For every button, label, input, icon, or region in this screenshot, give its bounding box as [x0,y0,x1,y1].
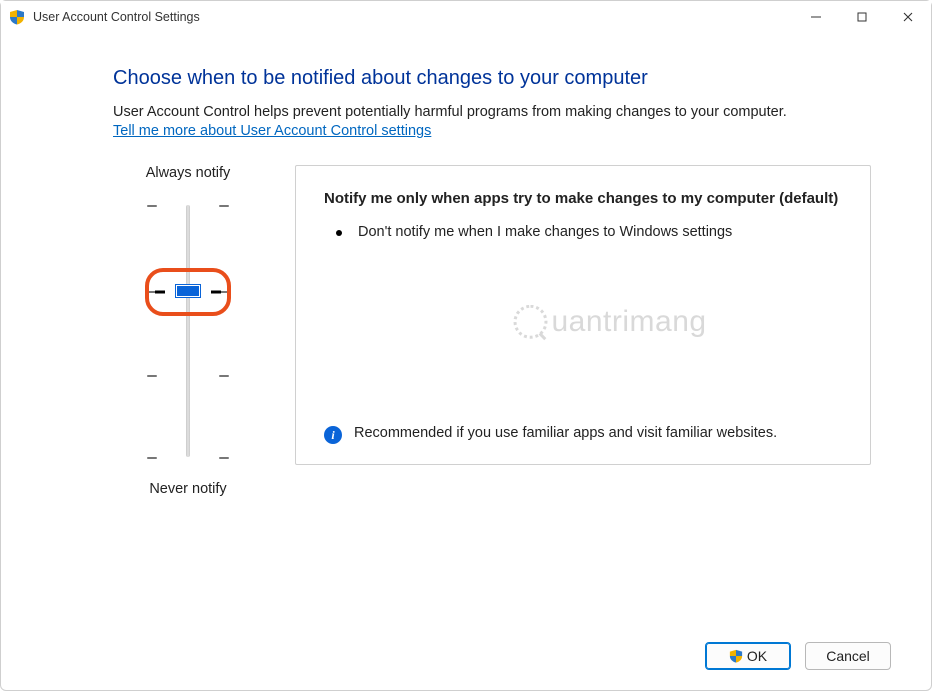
content-area: Choose when to be notified about changes… [1,49,931,630]
title-bar: User Account Control Settings [1,1,931,33]
slider-tick [113,375,263,377]
slider-thumb[interactable] [176,285,200,297]
slider-label-top: Always notify [113,165,263,181]
info-icon [324,426,342,444]
recommendation-text: Recommended if you use familiar apps and… [354,424,777,444]
window-title: User Account Control Settings [33,10,200,24]
uac-shield-icon [729,649,743,663]
watermark: uantrimang [513,305,706,339]
page-heading: Choose when to be notified about changes… [113,67,871,90]
ok-button[interactable]: OK [705,642,791,670]
watermark-text: uantrimang [551,305,706,339]
uac-shield-icon [9,9,25,25]
slider-label-bottom: Never notify [113,481,263,497]
slider-track-area[interactable] [113,191,263,471]
slider-track [186,205,190,457]
notification-slider: Always notify Never notify [113,165,263,497]
slider-tick [113,205,263,207]
maximize-button[interactable] [839,1,885,33]
close-button[interactable] [885,1,931,33]
watermark-logo-icon [513,305,547,339]
level-description-panel: Notify me only when apps try to make cha… [295,165,871,465]
ok-button-label: OK [747,648,767,664]
help-link[interactable]: Tell me more about User Account Control … [113,123,431,139]
cancel-button[interactable]: Cancel [805,642,891,670]
slider-tick [113,457,263,459]
window-controls [793,1,931,33]
cancel-button-label: Cancel [826,648,870,664]
page-description: User Account Control helps prevent poten… [113,104,871,120]
level-title: Notify me only when apps try to make cha… [324,190,842,207]
minimize-button[interactable] [793,1,839,33]
level-bullet: Don't notify me when I make changes to W… [324,223,842,243]
dialog-buttons: OK Cancel [705,642,891,670]
